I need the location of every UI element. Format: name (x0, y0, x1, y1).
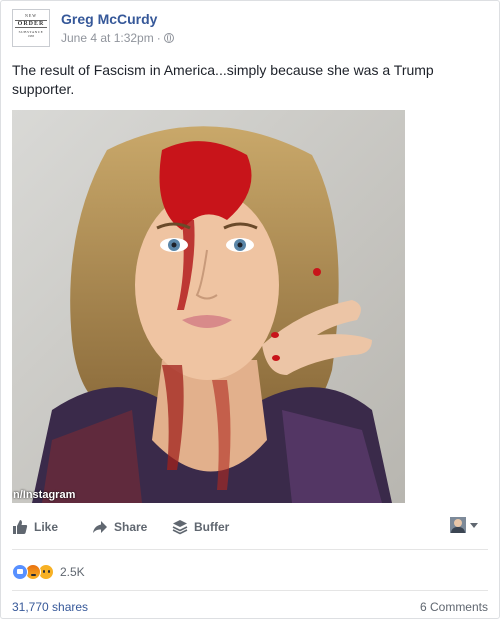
avatar-logo-line1: NEW (24, 13, 38, 18)
action-bar: Like Share Buffer (12, 517, 488, 541)
buffer-button[interactable]: Buffer (172, 519, 229, 535)
comments-count[interactable]: 6 Comments (420, 600, 488, 614)
shares-count[interactable]: 31,770 shares (12, 600, 88, 614)
like-label: Like (34, 520, 59, 534)
post-header: NEW ORDER SUBSTANCE 1983 Greg McCurdy Ju… (12, 9, 482, 49)
post-timestamp[interactable]: June 4 at 1:32pm (61, 31, 154, 45)
share-arrow-icon (93, 521, 107, 533)
like-button[interactable]: Like (12, 519, 58, 535)
share-button[interactable]: Share (92, 519, 147, 535)
like-icon (12, 564, 28, 580)
viewer-avatar (450, 517, 466, 533)
globe-icon[interactable] (163, 33, 174, 43)
photo-credit: n/Instagram (13, 489, 76, 501)
author-avatar[interactable]: NEW ORDER SUBSTANCE 1983 (12, 9, 50, 47)
reaction-count: 2.5K (60, 565, 85, 579)
author-name[interactable]: Greg McCurdy (61, 11, 157, 27)
buffer-label: Buffer (194, 520, 230, 534)
reactions-summary[interactable]: 2.5K (12, 564, 85, 580)
share-label: Share (114, 520, 148, 534)
thumbs-up-icon (13, 520, 28, 534)
divider (12, 590, 488, 591)
post-photo[interactable]: n/Instagram (12, 110, 405, 503)
photo-illustration (12, 110, 405, 503)
divider (12, 549, 488, 550)
buffer-stack-icon (172, 520, 188, 535)
avatar-logo: NEW ORDER SUBSTANCE 1983 (15, 13, 47, 38)
avatar-logo-line4: 1983 (28, 34, 34, 38)
post-meta: June 4 at 1:32pm · (61, 31, 174, 45)
facebook-post: NEW ORDER SUBSTANCE 1983 Greg McCurdy Ju… (0, 0, 500, 619)
meta-separator: · (156, 31, 161, 45)
post-text: The result of Fascism in America...simpl… (12, 62, 434, 97)
post-as-selector[interactable] (450, 517, 478, 533)
chevron-down-icon (470, 522, 478, 528)
avatar-logo-line2: ORDER (15, 20, 47, 28)
